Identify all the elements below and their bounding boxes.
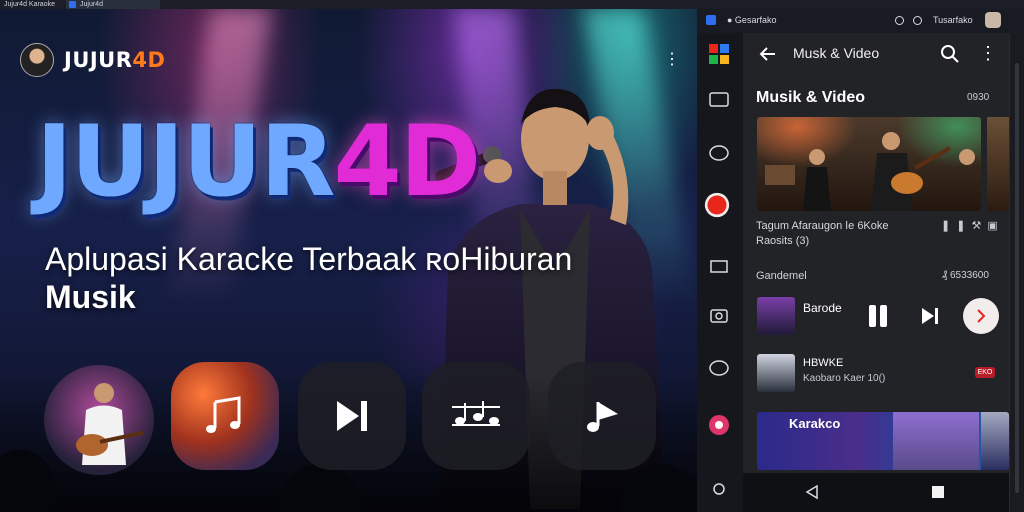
back-triangle-icon[interactable] — [803, 483, 821, 501]
karaoke-banner-strip[interactable]: Karakco — [757, 412, 1009, 470]
music-notes-tile[interactable] — [171, 362, 279, 470]
status-label: Tusarfako — [933, 15, 973, 25]
more-options-icon[interactable]: ⋮ — [979, 42, 997, 64]
browser-tab-label: Jujur4d Karaoke — [4, 1, 55, 8]
music-sheet-tile[interactable] — [422, 362, 530, 470]
karaoke-app-icon[interactable] — [708, 414, 730, 436]
browser-tab-strip: Jujur4d Karaoke Jujur4d — [0, 0, 1024, 9]
subsection-value: ₰ 6533600 — [942, 270, 989, 281]
rotate-icon[interactable] — [708, 255, 730, 277]
music-note-tile[interactable] — [548, 362, 656, 470]
settings-icon[interactable] — [895, 16, 904, 25]
skip-next-icon[interactable] — [919, 305, 941, 327]
hero-banner: JUJUR4D ⋮ JUJUR4D Aplupasi Karacke Terba… — [0, 9, 697, 512]
user-avatar[interactable] — [985, 12, 1001, 28]
track-badge: EKO — [975, 367, 995, 378]
message-icon[interactable] — [708, 358, 730, 380]
app-bar-title: Musk & Video — [793, 45, 880, 61]
record-icon[interactable] — [913, 16, 922, 25]
pause-icon[interactable] — [863, 301, 893, 331]
subsection-label: Gandemel — [756, 270, 807, 282]
system-nav-bar — [743, 473, 1009, 512]
scrollbar[interactable] — [1009, 33, 1024, 512]
skip-next-tile[interactable] — [298, 362, 406, 470]
hero-logo-main: JUJUR — [36, 105, 336, 219]
card-actions: ❚❚⚒▣ — [941, 219, 1004, 232]
card-caption: Tagum Afaraugon ǀe 6Koke Raosits (3) — [756, 219, 944, 249]
screen-icon[interactable] — [708, 89, 730, 111]
band-photo — [765, 132, 975, 211]
media-panel: Musk & Video ⋮ Musik & Video 0930 Tagum … — [743, 33, 1009, 512]
tagline-line-2: Musik — [45, 279, 136, 315]
music-note-icon — [587, 402, 618, 432]
card-caption-line-1: Tagum Afaraugon ǀe 6Koke — [756, 220, 889, 232]
guitarist-photo-tile[interactable] — [44, 365, 154, 475]
brand-avatar-icon — [20, 43, 54, 77]
more-options-icon[interactable]: ⋮ — [664, 49, 680, 71]
section-title: Musik & Video — [756, 89, 866, 106]
track-title: HBWKE — [803, 357, 844, 369]
browser-tab[interactable]: Jujur4d Karaoke — [0, 0, 62, 9]
chat-icon[interactable] — [708, 143, 730, 165]
scrollbar-thumb[interactable] — [1015, 63, 1019, 493]
brand-name-accent: 4D — [132, 48, 166, 72]
skip-next-icon — [337, 401, 367, 431]
track-row[interactable]: HBWKE Kaobaro Kaer 10() EKO — [743, 351, 1009, 395]
brand-name-main: JUJUR — [64, 48, 133, 72]
featured-video-card[interactable] — [757, 117, 981, 211]
strip-photo — [981, 412, 1009, 470]
app-grid-icon[interactable] — [708, 43, 730, 65]
chevron-right-icon — [977, 309, 986, 323]
open-player-button[interactable] — [963, 298, 999, 334]
app-status-bar: ● Gesarfako Tusarfako — [697, 9, 1024, 33]
back-arrow-icon[interactable] — [757, 43, 779, 65]
strip-label: Karakco — [789, 416, 841, 431]
hero-logo-accent: 4D — [333, 105, 482, 219]
pause-small-icon[interactable]: ❚❚ — [941, 220, 971, 232]
brand-header[interactable]: JUJUR4D — [20, 43, 165, 77]
now-playing-row[interactable]: Barode — [743, 293, 1009, 339]
camera-icon[interactable] — [708, 305, 730, 327]
guitarist-photo-icon — [76, 383, 144, 465]
browser-tab-active[interactable]: Jujur4d — [66, 0, 160, 9]
recycle-icon[interactable] — [708, 478, 730, 500]
section-count: 0930 — [967, 92, 990, 103]
tools-icon[interactable]: ⚒ — [971, 220, 987, 232]
window-icon[interactable]: ▣ — [987, 220, 1003, 232]
search-icon[interactable] — [939, 43, 961, 65]
app-bar: Musk & Video ⋮ — [743, 33, 1009, 75]
now-playing-title: Barode — [803, 301, 842, 315]
record-button-icon[interactable] — [704, 192, 730, 218]
track-thumbnail — [757, 354, 795, 392]
app-icon — [706, 15, 716, 25]
strip-photo — [893, 412, 979, 470]
music-sheet-icon — [452, 401, 500, 426]
hero-tagline: Aplupasi Karacke Terbaak ʀoHiburan Musik — [45, 240, 645, 316]
brand-name: JUJUR4D — [64, 48, 165, 72]
music-notes-icon — [206, 396, 241, 433]
card-caption-line-2: Raosits (3) — [756, 235, 810, 247]
app-label: ● Gesarfako — [727, 15, 777, 25]
now-playing-thumbnail — [757, 297, 795, 335]
recents-square-icon[interactable] — [929, 483, 947, 501]
track-subtitle: Kaobaro Kaer 10() — [803, 373, 886, 384]
side-rail — [697, 33, 743, 512]
hero-logo: JUJUR4D — [36, 113, 481, 211]
next-video-card[interactable] — [987, 117, 1009, 211]
browser-tab-label: Jujur4d — [80, 1, 103, 8]
tagline-line-1: Aplupasi Karacke Terbaak ʀoHiburan — [45, 241, 573, 277]
